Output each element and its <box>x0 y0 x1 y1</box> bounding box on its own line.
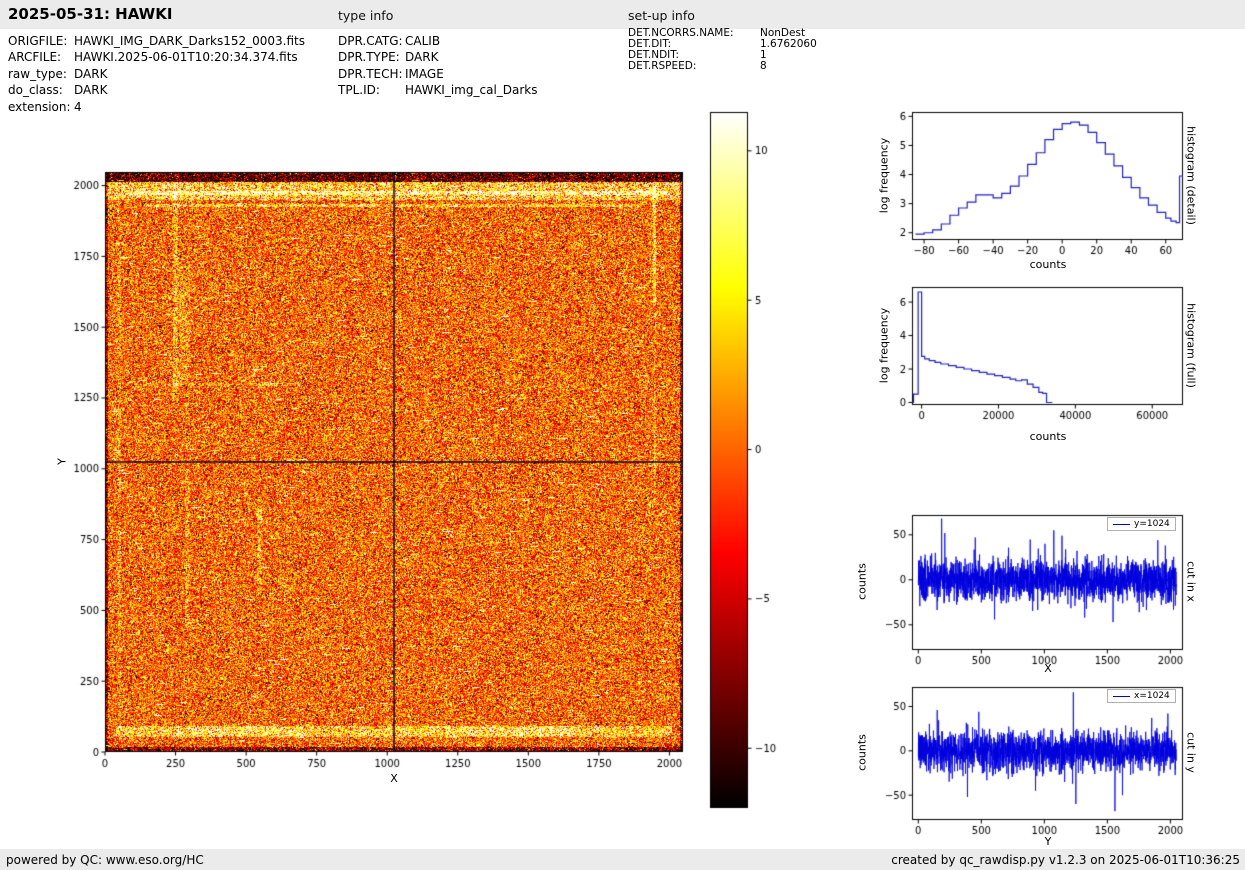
meta-row: ORIGFILE:HAWKI_IMG_DARK_Darks152_0003.fi… <box>8 33 305 49</box>
cut-x-xlabel: X <box>1008 662 1088 675</box>
meta-value: DARK <box>405 49 438 65</box>
qc-report-page: 2025-05-31: HAWKI type info set-up info … <box>0 0 1245 870</box>
meta-row: ARCFILE:HAWKI.2025-06-01T10:20:34.374.fi… <box>8 49 305 65</box>
cut-x-legend: y=1024 <box>1107 517 1176 531</box>
meta-value: IMAGE <box>405 66 444 82</box>
cut-x-legend-label: y=1024 <box>1134 519 1170 529</box>
detector-image-canvas <box>40 150 700 790</box>
meta-label: DPR.TECH: <box>338 66 405 82</box>
cut-x-side-label: cut in x <box>1185 522 1198 642</box>
meta-row: raw_type:DARK <box>8 66 305 82</box>
meta-label: raw_type: <box>8 66 74 82</box>
hist-detail-side-label: histogram (detail) <box>1185 116 1198 236</box>
meta-value: 4 <box>74 99 82 115</box>
setup-info-block: DET.NCORRS.NAME:NonDestDET.DIT:1.6762060… <box>628 28 817 72</box>
legend-line-icon <box>1113 524 1130 525</box>
main-ylabel: Y <box>56 402 69 522</box>
cut-y-legend: x=1024 <box>1107 689 1176 703</box>
meta-label: ARCFILE: <box>8 49 74 65</box>
meta-row: do_class:DARK <box>8 82 305 98</box>
type-info-block: DPR.CATG:CALIBDPR.TYPE:DARKDPR.TECH:IMAG… <box>338 33 538 99</box>
meta-value: HAWKI.2025-06-01T10:20:34.374.fits <box>74 49 298 65</box>
cut-y-xlabel: Y <box>1008 835 1088 848</box>
meta-value: HAWKI_img_cal_Darks <box>405 82 538 98</box>
meta-label: TPL.ID: <box>338 82 405 98</box>
type-info-heading: type info <box>338 8 393 23</box>
legend-line-icon <box>1113 696 1130 697</box>
page-title: 2025-05-31: HAWKI <box>8 5 172 23</box>
meta-row: DPR.TYPE:DARK <box>338 49 538 65</box>
header-bar <box>0 0 1245 29</box>
hist-full-xlabel: counts <box>1008 430 1088 443</box>
meta-row: DPR.CATG:CALIB <box>338 33 538 49</box>
meta-label: do_class: <box>8 82 74 98</box>
cut-y-legend-label: x=1024 <box>1134 691 1170 701</box>
meta-label: DET.RSPEED: <box>628 61 760 72</box>
footer-created-by: created by qc_rawdisp.py v1.2.3 on 2025-… <box>891 853 1240 867</box>
cut-x-ylabel: counts <box>856 522 869 642</box>
meta-row: DET.RSPEED:8 <box>628 61 817 72</box>
file-info-block: ORIGFILE:HAWKI_IMG_DARK_Darks152_0003.fi… <box>8 33 305 115</box>
hist-full-side-label: histogram (full) <box>1185 286 1198 406</box>
main-xlabel: X <box>354 772 434 785</box>
meta-row: DPR.TECH:IMAGE <box>338 66 538 82</box>
meta-value: DARK <box>74 66 107 82</box>
meta-label: DPR.CATG: <box>338 33 405 49</box>
cut-y-ylabel: counts <box>856 693 869 813</box>
footer-powered-by: powered by QC: www.eso.org/HC <box>6 853 204 867</box>
hist-detail-xlabel: counts <box>1008 258 1088 271</box>
meta-value: HAWKI_IMG_DARK_Darks152_0003.fits <box>74 33 305 49</box>
setup-info-heading: set-up info <box>628 8 695 23</box>
meta-row: extension:4 <box>8 99 305 115</box>
meta-value: DARK <box>74 82 107 98</box>
meta-label: extension: <box>8 99 74 115</box>
hist-detail-ylabel: log frequency <box>878 116 891 236</box>
meta-row: TPL.ID:HAWKI_img_cal_Darks <box>338 82 538 98</box>
meta-label: ORIGFILE: <box>8 33 74 49</box>
meta-value: CALIB <box>405 33 440 49</box>
hist-full-ylabel: log frequency <box>878 286 891 406</box>
meta-value: 1.6762060 <box>760 39 817 50</box>
colorbar-canvas <box>705 105 785 820</box>
meta-value: 8 <box>760 61 767 72</box>
cut-y-side-label: cut in y <box>1185 693 1198 813</box>
meta-label: DPR.TYPE: <box>338 49 405 65</box>
